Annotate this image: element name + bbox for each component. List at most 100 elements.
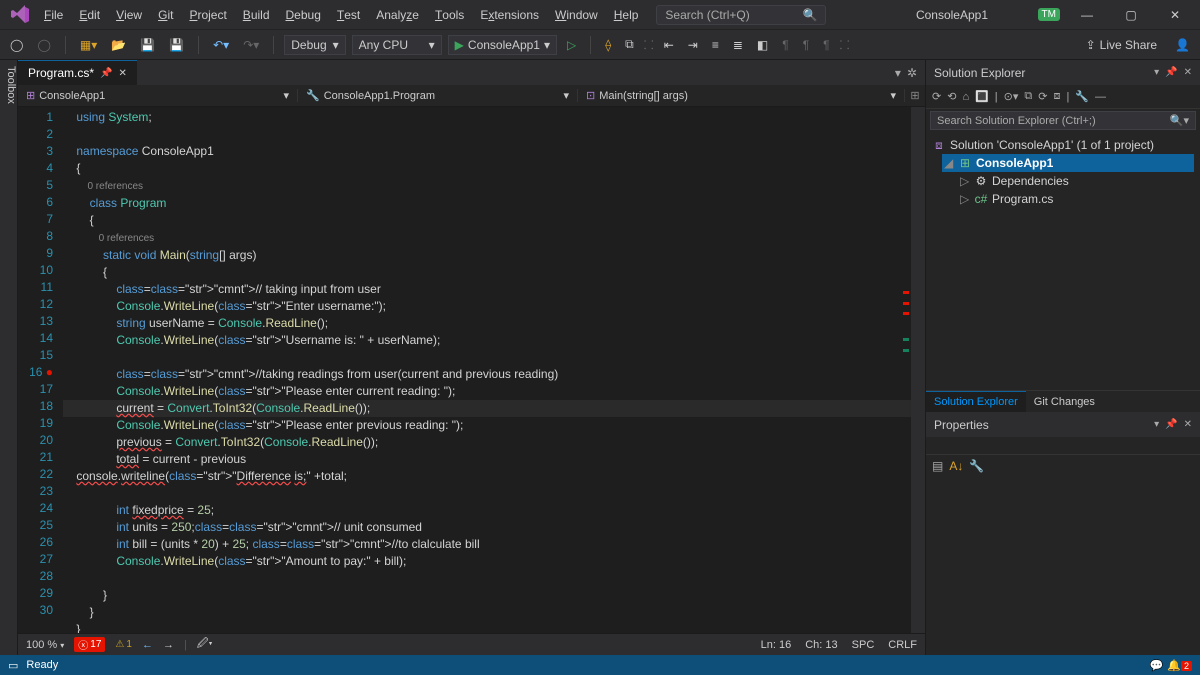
new-dropdown-icon[interactable]: ▦▾	[76, 36, 101, 54]
properties-selector[interactable]	[926, 437, 1200, 455]
cursor-col: Ch: 13	[805, 639, 837, 651]
cursor-line: Ln: 16	[761, 639, 792, 651]
feedback-icon[interactable]: 💬	[1150, 659, 1164, 672]
file-node[interactable]: ▷c#Program.cs	[960, 190, 1194, 208]
window-title: ConsoleApp1	[826, 8, 1037, 22]
se-scope-icon[interactable]: ⊙▾	[1004, 90, 1019, 103]
menu-edit[interactable]: Edit	[71, 8, 108, 22]
search-icon: 🔍	[802, 8, 817, 22]
se-wrench-icon[interactable]: 🔧	[1075, 90, 1089, 103]
prop-sort-icon[interactable]: A↓	[949, 459, 963, 473]
menu-view[interactable]: View	[108, 8, 150, 22]
close-tab-icon[interactable]: ✕	[118, 68, 126, 79]
se-home-icon[interactable]: ⟳	[932, 90, 941, 103]
open-icon[interactable]: 📂	[107, 36, 130, 54]
global-search-input[interactable]: Search (Ctrl+Q) 🔍	[656, 5, 826, 25]
close-window-button[interactable]: ✕	[1158, 1, 1192, 29]
panel-close-icon[interactable]: ✕	[1184, 67, 1192, 78]
menu-extensions[interactable]: Extensions	[472, 8, 547, 22]
indent-mode[interactable]: SPC	[852, 639, 875, 651]
config-dropdown[interactable]: Debug▾	[284, 35, 345, 55]
nav-project-dropdown[interactable]: ⊞ConsoleApp1▾	[18, 89, 298, 102]
menu-help[interactable]: Help	[606, 8, 647, 22]
tool-icon-2[interactable]: ⧉	[621, 35, 638, 54]
nav-fwd-icon[interactable]: ◯	[33, 36, 54, 54]
output-icon[interactable]: ▭	[8, 659, 18, 672]
dependencies-node[interactable]: ▷⚙Dependencies	[960, 172, 1194, 190]
nav-back-icon[interactable]: ◯	[6, 36, 27, 54]
se-show-icon[interactable]: ⧉	[1024, 90, 1032, 103]
git-changes-tab[interactable]: Git Changes	[1026, 391, 1103, 412]
split-editor-icon[interactable]: ⊞	[905, 89, 925, 102]
warning-count-badge[interactable]: ⚠ 1	[115, 639, 132, 650]
tab-settings-icon[interactable]: ✲	[907, 66, 917, 80]
zoom-level[interactable]: 100 % ▾	[26, 639, 64, 651]
nav-dd-icon[interactable]: 🖉▾	[197, 635, 213, 654]
redo-icon[interactable]: ↷▾	[239, 36, 263, 54]
tool-icon-1[interactable]: ⟠	[601, 36, 615, 54]
notification-icon[interactable]: 🔔2	[1167, 659, 1192, 672]
tool-icon-4: ¶	[799, 36, 813, 54]
live-share-button[interactable]: ⇪Live Share	[1086, 38, 1157, 52]
status-ready: Ready	[26, 659, 58, 671]
minimize-button[interactable]: —	[1070, 1, 1104, 29]
menu-git[interactable]: Git	[150, 8, 181, 22]
comment-icon[interactable]: ≡	[708, 36, 723, 54]
bookmark-icon[interactable]: ◧	[753, 36, 772, 54]
menu-build[interactable]: Build	[235, 8, 278, 22]
menu-file[interactable]: File	[36, 8, 71, 22]
menu-project[interactable]: Project	[181, 8, 234, 22]
account-icon[interactable]: 👤	[1171, 36, 1194, 54]
solution-explorer-title: Solution Explorer	[934, 66, 1025, 80]
platform-dropdown[interactable]: Any CPU▾	[352, 35, 442, 55]
vs-logo-icon	[10, 5, 30, 25]
se-prop-icon[interactable]: ⧈	[1053, 90, 1060, 103]
prop-pin-icon[interactable]: 📌	[1165, 419, 1177, 430]
tab-dropdown-icon[interactable]: ▾	[895, 66, 901, 80]
se-refresh-icon[interactable]: ⟳	[1038, 90, 1047, 103]
menu-test[interactable]: Test	[329, 8, 368, 22]
user-badge[interactable]: TM	[1038, 8, 1060, 21]
solution-explorer-tab[interactable]: Solution Explorer	[926, 391, 1026, 412]
menu-tools[interactable]: Tools	[427, 8, 472, 22]
se-extra-icon[interactable]: —	[1095, 91, 1106, 103]
solution-search-input[interactable]: Search Solution Explorer (Ctrl+;)🔍▾	[930, 111, 1196, 130]
solution-root[interactable]: ⧈Solution 'ConsoleApp1' (1 of 1 project)	[932, 136, 1194, 154]
nav-class-dropdown[interactable]: 🔧ConsoleApp1.Program▾	[298, 89, 578, 102]
nav-back-code-icon[interactable]: ←	[142, 639, 153, 651]
tool-icon-5: ¶	[819, 36, 833, 54]
nav-fwd-code-icon[interactable]: →	[163, 639, 174, 651]
outdent-icon[interactable]: ⇥	[684, 36, 702, 54]
menu-analyze[interactable]: Analyze	[368, 8, 427, 22]
pin-icon[interactable]: 📌	[100, 68, 112, 79]
search-placeholder: Search (Ctrl+Q)	[665, 8, 749, 22]
line-ending[interactable]: CRLF	[888, 639, 917, 651]
editor-scrollbar[interactable]	[911, 107, 925, 633]
maximize-button[interactable]: ▢	[1114, 1, 1148, 29]
panel-menu-icon[interactable]: ▾	[1154, 67, 1159, 78]
panel-pin-icon[interactable]: 📌	[1165, 67, 1177, 78]
menu-window[interactable]: Window	[547, 8, 606, 22]
save-icon[interactable]: 💾	[136, 36, 159, 54]
toolbox-tab[interactable]: Toolbox	[0, 60, 18, 655]
undo-icon[interactable]: ↶▾	[209, 36, 233, 54]
uncomment-icon[interactable]: ≣	[729, 36, 747, 54]
document-tab[interactable]: Program.cs* 📌 ✕	[18, 60, 137, 85]
project-node[interactable]: ◢⊞ConsoleApp1	[942, 154, 1194, 172]
tab-title: Program.cs*	[28, 66, 94, 80]
prop-cat-icon[interactable]: ▤	[932, 459, 943, 473]
error-count-badge[interactable]: ⓧ 17	[74, 637, 105, 652]
se-sync-icon[interactable]: ⟲	[947, 90, 956, 103]
properties-title: Properties	[934, 418, 989, 432]
prop-close-icon[interactable]: ✕	[1184, 419, 1192, 430]
se-tool-icon[interactable]: 🔳	[975, 90, 989, 103]
save-all-icon[interactable]: 💾	[165, 36, 188, 54]
start-button[interactable]: ▶ConsoleApp1▾	[448, 35, 557, 55]
menu-debug[interactable]: Debug	[278, 8, 329, 22]
indent-icon[interactable]: ⇤	[660, 36, 678, 54]
start-nodebug-icon[interactable]: ▷	[563, 36, 580, 54]
prop-pages-icon[interactable]: 🔧	[969, 459, 984, 473]
prop-menu-icon[interactable]: ▾	[1154, 419, 1159, 430]
nav-member-dropdown[interactable]: ⊡Main(string[] args)▾	[578, 89, 905, 102]
se-house-icon[interactable]: ⌂	[962, 91, 969, 103]
